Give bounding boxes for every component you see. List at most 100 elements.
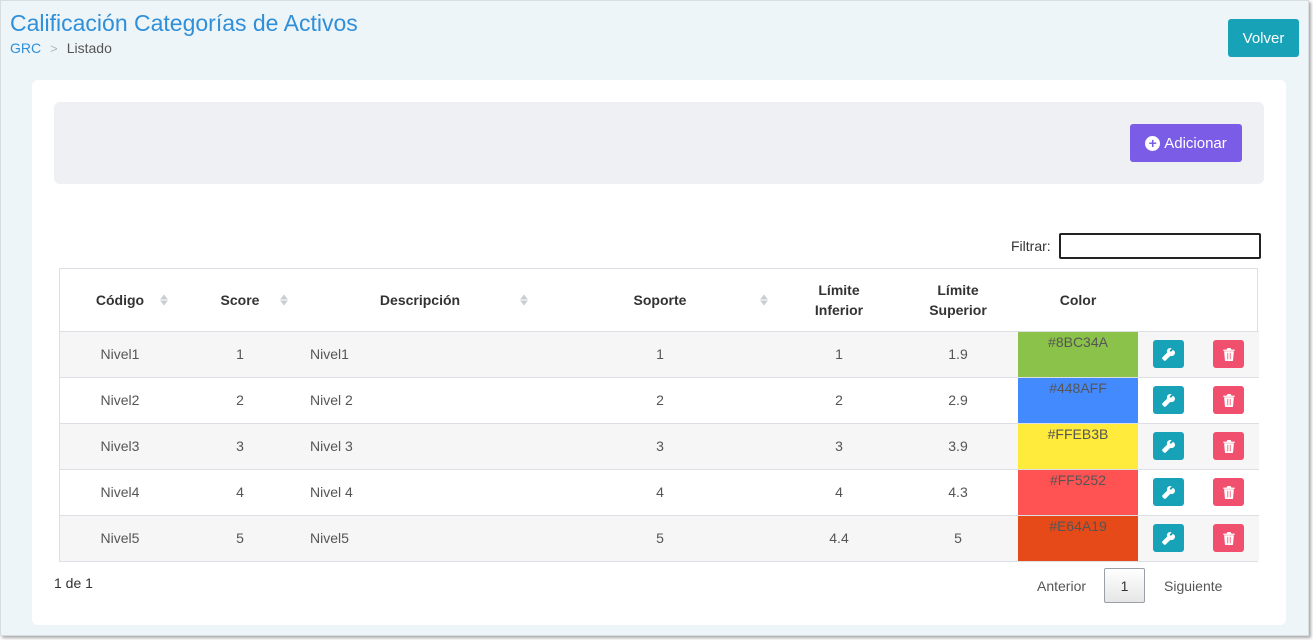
cell-delete bbox=[1198, 514, 1259, 561]
cell-descripcion: Nivel1 bbox=[300, 330, 540, 377]
table-row: Nivel4 4 Nivel 4 4 4 4.3 #FF5252 bbox=[60, 468, 1259, 515]
cell-delete bbox=[1198, 376, 1259, 423]
delete-button[interactable] bbox=[1213, 432, 1244, 460]
app-frame: Calificación Categorías de Activos GRC >… bbox=[0, 0, 1309, 636]
column-header-limite-inferior: Límite Inferior bbox=[780, 269, 898, 332]
trash-icon bbox=[1222, 347, 1235, 361]
breadcrumb-current: Listado bbox=[66, 40, 112, 56]
cell-codigo: Nivel1 bbox=[60, 330, 180, 377]
cell-delete bbox=[1198, 422, 1259, 469]
cell-color: #FFEB3B bbox=[1018, 422, 1138, 469]
edit-button[interactable] bbox=[1152, 524, 1184, 553]
column-header-delete bbox=[1198, 269, 1259, 332]
cell-limite-superior: 3.9 bbox=[898, 422, 1018, 469]
cell-codigo: Nivel3 bbox=[60, 422, 180, 469]
color-swatch: #448AFF bbox=[1018, 377, 1138, 423]
column-header-limite-superior: Límite Superior bbox=[898, 269, 1018, 332]
table-header-row: Código Score Descripción Soporte Límite … bbox=[60, 269, 1259, 332]
cell-limite-inferior: 4 bbox=[780, 468, 898, 515]
page-info: 1 de 1 bbox=[54, 575, 93, 591]
cell-edit bbox=[1138, 330, 1198, 377]
filter-label: Filtrar: bbox=[1011, 238, 1051, 254]
cell-descripcion: Nivel 4 bbox=[300, 468, 540, 515]
cell-score: 2 bbox=[180, 376, 300, 423]
table-row: Nivel5 5 Nivel5 5 4.4 5 #E64A19 bbox=[60, 514, 1259, 561]
cell-score: 4 bbox=[180, 468, 300, 515]
breadcrumb-separator: > bbox=[50, 40, 58, 56]
cell-descripcion: Nivel 3 bbox=[300, 422, 540, 469]
cell-score: 1 bbox=[180, 330, 300, 377]
cell-score: 3 bbox=[180, 422, 300, 469]
column-header-score[interactable]: Score bbox=[180, 269, 300, 332]
cell-edit bbox=[1138, 468, 1198, 515]
cell-limite-superior: 4.3 bbox=[898, 468, 1018, 515]
cell-edit bbox=[1138, 514, 1198, 561]
column-header-descripcion[interactable]: Descripción bbox=[300, 269, 540, 332]
trash-icon bbox=[1222, 531, 1235, 545]
delete-button[interactable] bbox=[1213, 478, 1244, 506]
plus-circle-icon: + bbox=[1145, 135, 1161, 151]
cell-soporte: 3 bbox=[540, 422, 780, 469]
cell-color: #FF5252 bbox=[1018, 468, 1138, 515]
sort-icon bbox=[160, 294, 168, 306]
table-row: Nivel3 3 Nivel 3 3 3 3.9 #FFEB3B bbox=[60, 422, 1259, 469]
main-card: + Adicionar Filtrar: Código Score Descri… bbox=[32, 80, 1286, 625]
color-swatch: #8BC34A bbox=[1018, 331, 1138, 377]
cell-color: #8BC34A bbox=[1018, 330, 1138, 377]
data-table: Código Score Descripción Soporte Límite … bbox=[59, 268, 1259, 562]
trash-icon bbox=[1222, 439, 1235, 453]
edit-button[interactable] bbox=[1152, 478, 1184, 506]
sort-icon bbox=[760, 294, 768, 306]
wrench-icon bbox=[1161, 531, 1175, 545]
edit-button[interactable] bbox=[1152, 432, 1184, 460]
trash-icon bbox=[1222, 485, 1235, 499]
wrench-icon bbox=[1161, 439, 1175, 453]
cell-soporte: 5 bbox=[540, 514, 780, 561]
column-header-codigo[interactable]: Código bbox=[60, 269, 180, 332]
table-body: Nivel1 1 Nivel1 1 1 1.9 #8BC34A Nivel2 2 Nivel 22… bbox=[60, 330, 1259, 561]
cell-score: 5 bbox=[180, 514, 300, 561]
wrench-icon bbox=[1161, 485, 1175, 499]
cell-limite-superior: 5 bbox=[898, 514, 1018, 561]
cell-codigo: Nivel4 bbox=[60, 468, 180, 515]
cell-delete bbox=[1198, 330, 1259, 377]
cell-limite-inferior: 3 bbox=[780, 422, 898, 469]
filter-control: Filtrar: bbox=[1011, 233, 1261, 259]
cell-descripcion: Nivel5 bbox=[300, 514, 540, 561]
table-row: Nivel1 1 Nivel1 1 1 1.9 #8BC34A bbox=[60, 330, 1259, 377]
color-swatch: #E64A19 bbox=[1018, 515, 1138, 561]
cell-soporte: 2 bbox=[540, 376, 780, 423]
cell-color: #448AFF bbox=[1018, 376, 1138, 423]
column-header-edit bbox=[1138, 269, 1198, 332]
page-title: Calificación Categorías de Activos bbox=[10, 10, 358, 36]
cell-limite-inferior: 2 bbox=[780, 376, 898, 423]
filter-input[interactable] bbox=[1058, 233, 1261, 259]
pagination-previous[interactable]: Anterior bbox=[1037, 578, 1086, 594]
delete-button[interactable] bbox=[1213, 386, 1244, 414]
sort-icon bbox=[520, 294, 528, 306]
cell-edit bbox=[1138, 422, 1198, 469]
cell-edit bbox=[1138, 376, 1198, 423]
cell-limite-superior: 1.9 bbox=[898, 330, 1018, 377]
delete-button[interactable] bbox=[1213, 524, 1244, 553]
edit-button[interactable] bbox=[1152, 386, 1184, 414]
breadcrumb: GRC > Listado bbox=[10, 40, 112, 56]
breadcrumb-root-link[interactable]: GRC bbox=[10, 40, 41, 56]
pagination-next[interactable]: Siguiente bbox=[1164, 578, 1222, 594]
add-button[interactable]: + Adicionar bbox=[1130, 124, 1242, 162]
column-header-color: Color bbox=[1018, 269, 1138, 332]
trash-icon bbox=[1222, 393, 1235, 407]
cell-delete bbox=[1198, 468, 1259, 515]
column-header-soporte[interactable]: Soporte bbox=[540, 269, 780, 332]
cell-color: #E64A19 bbox=[1018, 514, 1138, 561]
color-swatch: #FF5252 bbox=[1018, 469, 1138, 515]
wrench-icon bbox=[1161, 393, 1175, 407]
pagination: Anterior 1 Siguiente bbox=[1037, 568, 1222, 603]
wrench-icon bbox=[1161, 347, 1175, 361]
cell-soporte: 1 bbox=[540, 330, 780, 377]
pagination-page-1[interactable]: 1 bbox=[1104, 568, 1146, 603]
add-button-label: Adicionar bbox=[1164, 134, 1227, 152]
delete-button[interactable] bbox=[1213, 340, 1244, 368]
back-button[interactable]: Volver bbox=[1228, 19, 1299, 57]
edit-button[interactable] bbox=[1152, 340, 1184, 368]
